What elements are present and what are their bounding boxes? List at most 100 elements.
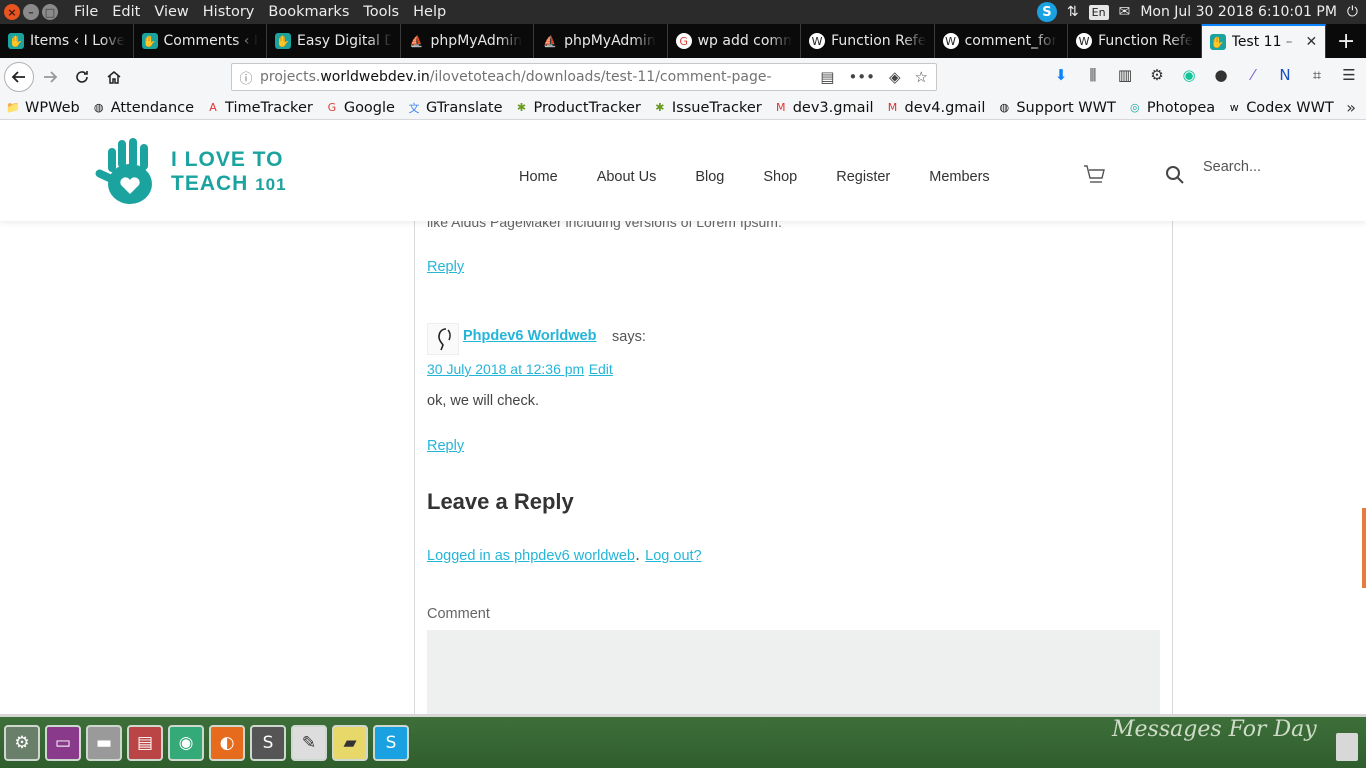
tab-comments[interactable]: ✋ Comments ‹ I bbox=[134, 24, 268, 58]
sublime-text-icon[interactable]: S bbox=[250, 724, 286, 761]
power-icon[interactable]: ⏻ bbox=[1347, 4, 1358, 20]
page-scrollbar-thumb[interactable] bbox=[1362, 508, 1366, 588]
bookmark-producttracker[interactable]: ✱ ProductTracker bbox=[509, 100, 647, 116]
site-nav: Home About Us Blog Shop Register Members bbox=[519, 169, 1029, 185]
bookmark-star-icon[interactable]: ☆ bbox=[915, 68, 928, 86]
nav-members[interactable]: Members bbox=[929, 169, 989, 185]
reader-view-icon[interactable]: ▤ bbox=[820, 68, 834, 86]
back-button[interactable] bbox=[4, 62, 34, 92]
tab-comment-form[interactable]: W comment_for bbox=[935, 24, 1069, 58]
logged-in-as-link[interactable]: Logged in as phpdev6 worldweb bbox=[427, 548, 635, 564]
menu-tools[interactable]: Tools bbox=[357, 4, 407, 20]
nav-blog[interactable]: Blog bbox=[695, 169, 724, 185]
sidebar-icon[interactable]: ▥ bbox=[1114, 64, 1136, 86]
menu-view[interactable]: View bbox=[148, 4, 196, 20]
hamburger-menu-icon[interactable]: ☰ bbox=[1338, 64, 1360, 86]
bookmark-dev4-gmail[interactable]: Mdev4.gmail bbox=[880, 100, 992, 116]
nav-about-us[interactable]: About Us bbox=[597, 169, 657, 185]
reply-link[interactable]: Reply bbox=[427, 438, 464, 454]
bookmark-wpweb[interactable]: 📁 WPWeb bbox=[0, 100, 86, 116]
bookmark-timetracker[interactable]: A TimeTracker bbox=[200, 100, 319, 116]
search-icon[interactable] bbox=[1165, 165, 1185, 185]
reload-button[interactable] bbox=[66, 61, 98, 93]
cart-icon[interactable] bbox=[1082, 163, 1106, 187]
tab-items[interactable]: ✋ Items ‹ I Love bbox=[0, 24, 134, 58]
file-manager-icon[interactable]: ▤ bbox=[127, 724, 163, 761]
disk-drive-icon[interactable]: ▬ bbox=[86, 724, 122, 761]
tab-function-ref-1[interactable]: W Function Refe bbox=[801, 24, 935, 58]
camera-extension-icon[interactable]: ● bbox=[1210, 64, 1232, 86]
comment-text: ok, we will check. bbox=[427, 393, 540, 409]
tab-easy-digital[interactable]: ✋ Easy Digital D bbox=[267, 24, 401, 58]
home-button[interactable] bbox=[98, 61, 130, 93]
comment-date-link[interactable]: 30 July 2018 at 12:36 pm bbox=[427, 361, 584, 377]
forward-button[interactable] bbox=[34, 61, 66, 93]
tab-function-ref-2[interactable]: W Function Refe bbox=[1068, 24, 1202, 58]
bookmark-support-wwt[interactable]: ◍ Support WWT bbox=[991, 100, 1121, 116]
menu-history[interactable]: History bbox=[197, 4, 263, 20]
nav-home[interactable]: Home bbox=[519, 169, 558, 185]
photopea-icon: ◎ bbox=[1130, 101, 1140, 114]
media-player-icon[interactable]: ▭ bbox=[45, 724, 81, 761]
bookmark-dev3-gmail[interactable]: Mdev3.gmail bbox=[768, 100, 880, 116]
menu-bookmarks[interactable]: Bookmarks bbox=[262, 4, 357, 20]
leave-reply-heading: Leave a Reply bbox=[427, 489, 574, 514]
chrome-icon[interactable]: ◉ bbox=[168, 724, 204, 761]
url-text[interactable]: projects.worldwebdev.in/ilovetoteach/dow… bbox=[260, 69, 780, 85]
n-extension-icon[interactable]: N bbox=[1274, 64, 1296, 86]
pocket-icon[interactable]: ◈ bbox=[889, 68, 901, 86]
menu-file[interactable]: File bbox=[68, 4, 106, 20]
grammarly-icon[interactable]: ◉ bbox=[1178, 64, 1200, 86]
logo-line2: TEACH bbox=[171, 171, 249, 195]
firefox-icon[interactable]: ◐ bbox=[209, 724, 245, 761]
library-icon[interactable]: ⫼ bbox=[1082, 64, 1104, 86]
nav-register[interactable]: Register bbox=[836, 169, 890, 185]
info-icon[interactable]: ⓘ bbox=[232, 68, 260, 87]
reload-icon bbox=[76, 71, 88, 83]
sticky-notes-icon[interactable]: ▰ bbox=[332, 724, 368, 761]
tab-google-search[interactable]: G wp add comm bbox=[668, 24, 802, 58]
skype-tray-icon[interactable]: S bbox=[1036, 2, 1057, 22]
bookmark-codex-wwt[interactable]: w Codex WWT bbox=[1221, 100, 1340, 116]
window-close-button[interactable]: × bbox=[4, 4, 20, 20]
keyboard-lang-indicator[interactable]: En bbox=[1088, 4, 1109, 20]
pen-extension-icon[interactable]: ⁄ bbox=[1242, 64, 1264, 86]
extension-icon[interactable]: ⚙ bbox=[1146, 64, 1168, 86]
navigation-toolbar: ⓘ projects.worldwebdev.in/ilovetoteach/d… bbox=[0, 58, 1366, 96]
comment-author-link[interactable]: Phpdev6 Worldweb bbox=[463, 328, 596, 344]
tab-phpmyadmin-1[interactable]: ⛵ phpMyAdmin bbox=[401, 24, 535, 58]
system-settings-icon[interactable]: ⚙ bbox=[4, 724, 40, 761]
bookmark-google[interactable]: G Google bbox=[319, 100, 401, 116]
bookmark-gtranslate[interactable]: 文 GTranslate bbox=[401, 100, 509, 116]
network-icon[interactable]: ⇅ bbox=[1067, 4, 1079, 20]
crop-extension-icon[interactable]: ⌗ bbox=[1306, 64, 1328, 86]
search-input[interactable]: Search... bbox=[1203, 159, 1261, 175]
menu-edit[interactable]: Edit bbox=[106, 4, 148, 20]
tab-phpmyadmin-2[interactable]: ⛵ phpMyAdmin bbox=[534, 24, 668, 58]
bookmarks-toolbar: 📁 WPWeb ◍ Attendance A TimeTracker G Google … bbox=[0, 96, 1366, 120]
skype-icon[interactable]: S bbox=[373, 724, 409, 761]
reply-link[interactable]: Reply bbox=[427, 259, 464, 275]
tab-test-11-active[interactable]: ✋ Test 11 – I L ✕ bbox=[1201, 24, 1327, 58]
clock[interactable]: Mon Jul 30 2018 6:10:01 PM bbox=[1140, 4, 1337, 20]
bookmark-issuetracker[interactable]: ✱ IssueTracker bbox=[647, 100, 768, 116]
close-tab-icon[interactable]: ✕ bbox=[1305, 34, 1317, 50]
downloads-icon[interactable]: ⬇ bbox=[1050, 64, 1072, 86]
comment-edit-link[interactable]: Edit bbox=[589, 361, 613, 377]
page-actions-icon[interactable]: ••• bbox=[848, 68, 875, 86]
menu-help[interactable]: Help bbox=[407, 4, 454, 20]
mail-icon[interactable]: ✉ bbox=[1119, 4, 1131, 20]
new-tab-button[interactable]: + bbox=[1326, 24, 1366, 58]
trash-icon[interactable] bbox=[1336, 733, 1358, 761]
window-minimize-button[interactable]: – bbox=[23, 4, 39, 20]
bookmark-photopea[interactable]: ◎ Photopea bbox=[1122, 100, 1221, 116]
comment-textarea[interactable] bbox=[427, 630, 1160, 714]
window-maximize-button[interactable]: □ bbox=[42, 4, 58, 20]
nav-shop[interactable]: Shop bbox=[763, 169, 797, 185]
url-bar[interactable]: ⓘ projects.worldwebdev.in/ilovetoteach/d… bbox=[231, 63, 937, 91]
bookmark-attendance[interactable]: ◍ Attendance bbox=[86, 100, 200, 116]
chevron-right-more-icon[interactable]: » bbox=[1346, 98, 1356, 117]
text-editor-icon[interactable]: ✎ bbox=[291, 724, 327, 761]
logout-link[interactable]: Log out? bbox=[645, 548, 701, 564]
site-logo[interactable]: I LOVE TO TEACH 101 bbox=[93, 136, 287, 208]
